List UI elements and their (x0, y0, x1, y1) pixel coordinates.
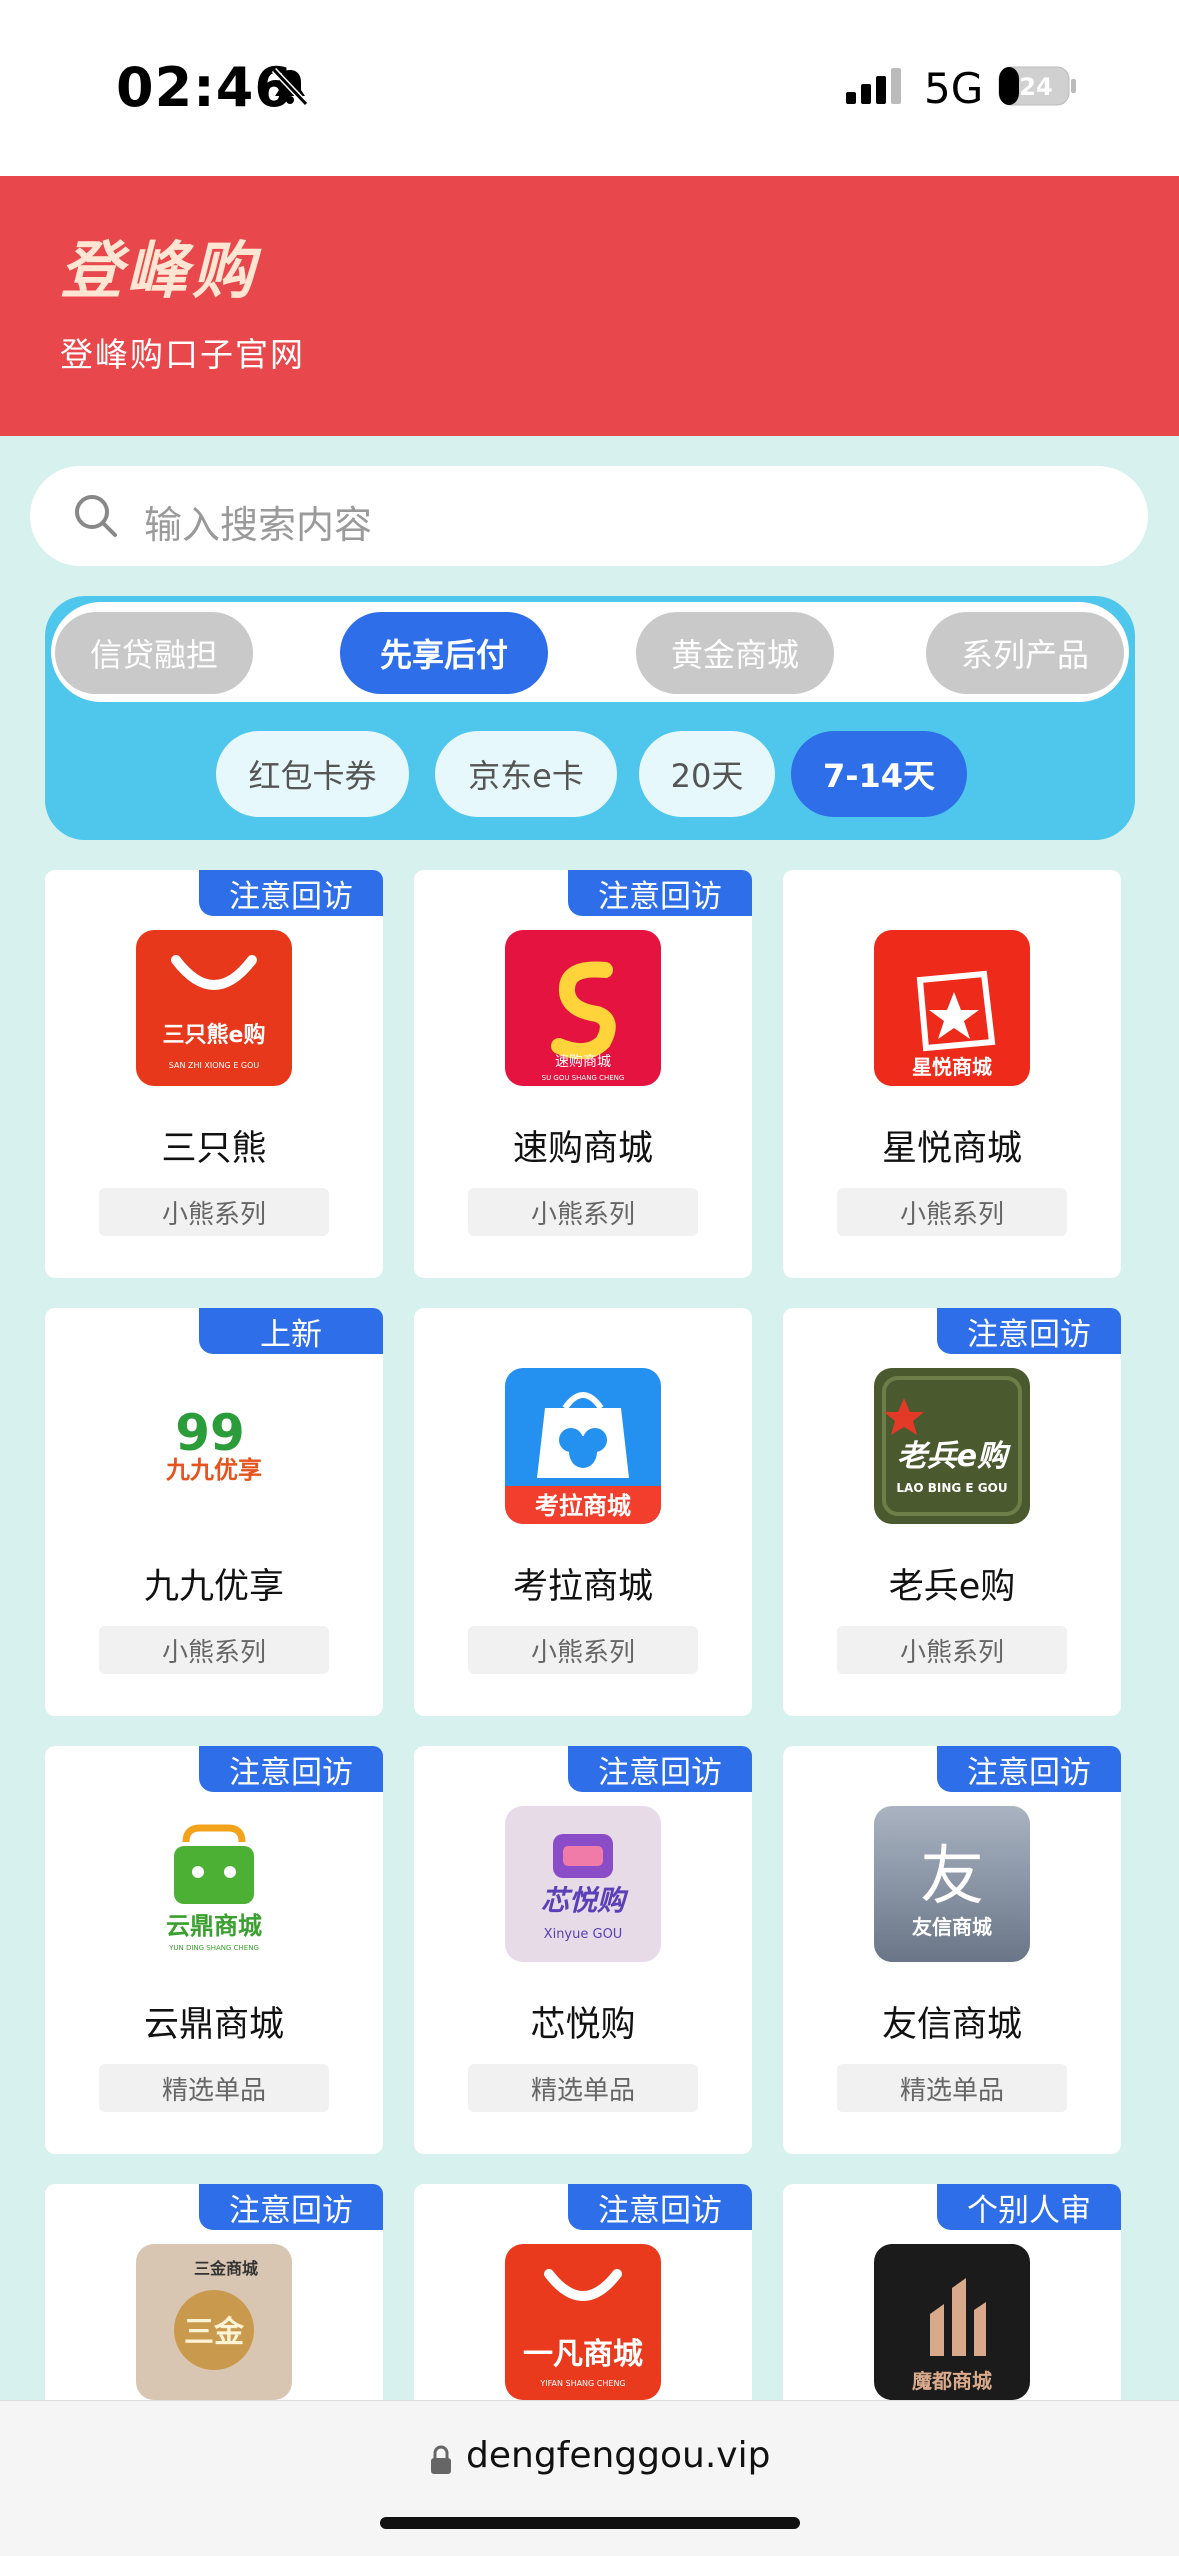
card-series: 小熊系列 (99, 1626, 329, 1674)
network-label: 5G (924, 64, 984, 113)
card-name: 芯悦购 (530, 2005, 636, 2045)
card-tag: 上新 (199, 1308, 383, 1354)
card-name: 友信商城 (881, 2005, 1022, 2045)
home-indicator[interactable] (380, 2517, 800, 2529)
card-name: 速购商城 (512, 1129, 653, 1169)
svg-text:考拉商城: 考拉商城 (535, 1492, 631, 1520)
jiujiu-logo-icon: 99 九九优享 (136, 1368, 292, 1524)
tab-credit[interactable]: 信贷融担 (55, 612, 253, 694)
search-placeholder: 输入搜索内容 (144, 503, 373, 547)
url-text: dengfenggou.vip (466, 2435, 771, 2476)
svg-text:YIFAN SHANG CHENG: YIFAN SHANG CHENG (539, 2379, 625, 2388)
koala-logo-icon: 考拉商城 (505, 1368, 661, 1524)
laobing-logo-icon: 老兵e购 LAO BING E GOU (874, 1368, 1030, 1524)
card-tag: 个别人审 (937, 2184, 1121, 2230)
product-card[interactable]: 注意回访 速购商城 SU GOU SHANG CHENG 速购商城 小熊系列 (414, 870, 752, 1278)
signal-icon (846, 68, 901, 104)
category-panel: 信贷融担 先享后付 黄金商城 系列产品 红包卡券 京东e卡 20天 7-14天 (45, 596, 1135, 840)
product-card[interactable]: 注意回访 云鼎商城 YUN DING SHANG CHENG 云鼎商城 精选单品 (45, 1746, 383, 2154)
svg-text:SAN ZHI XIONG E GOU: SAN ZHI XIONG E GOU (169, 1061, 260, 1070)
card-tag: 注意回访 (568, 870, 752, 916)
svg-text:友: 友 (920, 1840, 984, 1914)
card-series: 精选单品 (468, 2064, 698, 2112)
tab-strip: 信贷融担 先享后付 黄金商城 系列产品 (45, 596, 1135, 708)
card-name: 考拉商城 (512, 1567, 653, 1607)
card-name: 星悦商城 (881, 1129, 1022, 1169)
product-card[interactable]: 注意回访 老兵e购 LAO BING E GOU 老兵e购 小熊系列 (783, 1308, 1121, 1716)
svg-text:LAO BING E GOU: LAO BING E GOU (896, 1481, 1007, 1495)
card-name: 云鼎商城 (143, 2005, 284, 2045)
tab-series-products[interactable]: 系列产品 (926, 612, 1124, 694)
youxin-logo-icon: 友 友信商城 (874, 1806, 1030, 1962)
svg-text:三金: 三金 (184, 2315, 245, 2350)
svg-text:老兵e购: 老兵e购 (897, 1439, 1011, 1474)
three-bears-logo-icon: 三只熊e购 SAN ZHI XIONG E GOU (136, 930, 292, 1086)
card-series: 精选单品 (99, 2064, 329, 2112)
card-name: 三只熊 (161, 1129, 267, 1169)
svg-text:一凡商城: 一凡商城 (523, 2337, 643, 2372)
status-time: 02:46 (116, 56, 293, 119)
svg-text:友信商城: 友信商城 (912, 1915, 992, 1939)
card-series: 小熊系列 (99, 1188, 329, 1236)
svg-text:魔都商城: 魔都商城 (912, 2369, 992, 2393)
yifan-logo-icon: 一凡商城 YIFAN SHANG CHENG (505, 2244, 661, 2400)
site-header: 登峰购 登峰购口子官网 (0, 176, 1179, 436)
card-tag: 注意回访 (568, 2184, 752, 2230)
bell-muted-icon (271, 67, 309, 107)
card-series: 小熊系列 (468, 1626, 698, 1674)
card-tag: 注意回访 (937, 1746, 1121, 1792)
product-card[interactable]: 注意回访 芯悦购 Xinyue GOU 芯悦购 精选单品 (414, 1746, 752, 2154)
product-card[interactable]: 星悦商城 星悦商城 小熊系列 (783, 870, 1121, 1278)
search-input[interactable]: 输入搜索内容 (30, 466, 1148, 566)
svg-text:云鼎商城: 云鼎商城 (166, 1912, 262, 1940)
subtab-20-days[interactable]: 20天 (639, 731, 775, 817)
svg-text:速购商城: 速购商城 (555, 1054, 611, 1070)
card-series: 小熊系列 (837, 1188, 1067, 1236)
card-tag: 注意回访 (199, 2184, 383, 2230)
modu-logo-icon: 魔都商城 (874, 2244, 1030, 2400)
tab-gold-mall[interactable]: 黄金商城 (636, 612, 834, 694)
svg-text:九九优享: 九九优享 (165, 1456, 262, 1484)
svg-text:99: 99 (175, 1404, 245, 1462)
svg-text:YUN DING SHANG CHENG: YUN DING SHANG CHENG (168, 1944, 259, 1952)
svg-text:芯悦购: 芯悦购 (541, 1884, 629, 1917)
battery-icon: 24 (998, 66, 1076, 106)
product-card[interactable]: 注意回访 三只熊e购 SAN ZHI XIONG E GOU 三只熊 小熊系列 (45, 870, 383, 1278)
subtab-7-14-days[interactable]: 7-14天 (791, 731, 967, 817)
battery-level: 24 (1019, 73, 1052, 101)
svg-text:星悦商城: 星悦商城 (912, 1055, 992, 1079)
svg-text:SU GOU SHANG CHENG: SU GOU SHANG CHENG (542, 1074, 625, 1082)
search-icon (75, 495, 117, 537)
browser-url-bar[interactable]: dengfenggou.vip (0, 2400, 1179, 2556)
subtab-jd-ecard[interactable]: 京东e卡 (435, 731, 617, 817)
brand-title: 登峰购 (60, 234, 259, 307)
card-series: 精选单品 (837, 2064, 1067, 2112)
product-card[interactable]: 考拉商城 考拉商城 小熊系列 (414, 1308, 752, 1716)
card-tag: 注意回访 (568, 1746, 752, 1792)
svg-text:Xinyue GOU: Xinyue GOU (544, 1927, 623, 1942)
lock-icon (431, 2445, 451, 2474)
card-tag: 注意回访 (937, 1308, 1121, 1354)
svg-text:三金商城: 三金商城 (194, 2259, 258, 2278)
xingyue-logo-icon: 星悦商城 (874, 930, 1030, 1086)
brand-subtitle: 登峰购口子官网 (60, 335, 305, 374)
svg-text:三只熊e购: 三只熊e购 (163, 1022, 266, 1048)
status-bar: 02:46 5G 24 (0, 0, 1179, 176)
tab-pay-later[interactable]: 先享后付 (340, 612, 548, 694)
product-card[interactable]: 上新 99 九九优享 九九优享 小熊系列 (45, 1308, 383, 1716)
card-series: 小熊系列 (837, 1626, 1067, 1674)
sugou-logo-icon: 速购商城 SU GOU SHANG CHENG (505, 930, 661, 1086)
subtab-red-packet[interactable]: 红包卡券 (216, 731, 409, 817)
card-name: 九九优享 (143, 1567, 284, 1607)
sanjin-logo-icon: 三金 三金商城 (136, 2244, 292, 2400)
product-card[interactable]: 注意回访 友 友信商城 友信商城 精选单品 (783, 1746, 1121, 2154)
card-tag: 注意回访 (199, 1746, 383, 1792)
yunding-logo-icon: 云鼎商城 YUN DING SHANG CHENG (136, 1806, 292, 1962)
card-tag: 注意回访 (199, 870, 383, 916)
card-series: 小熊系列 (468, 1188, 698, 1236)
card-name: 老兵e购 (888, 1567, 1016, 1607)
xinyue-logo-icon: 芯悦购 Xinyue GOU (505, 1806, 661, 1962)
